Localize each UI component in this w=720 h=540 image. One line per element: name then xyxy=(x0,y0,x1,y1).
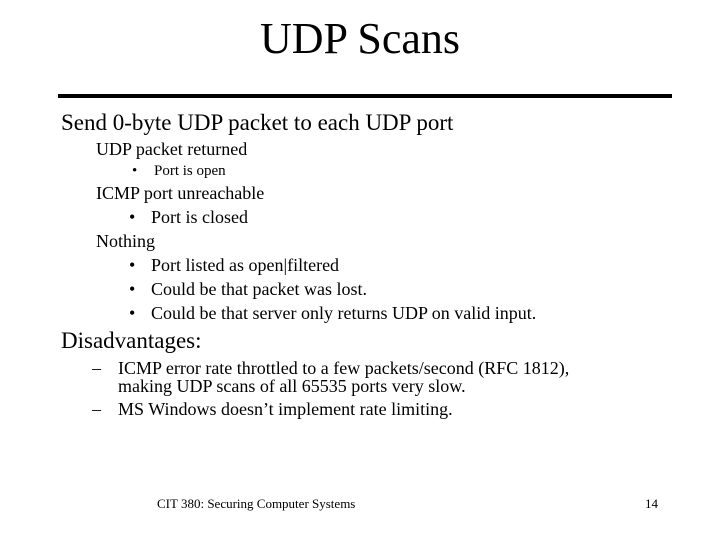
title-divider xyxy=(58,94,672,98)
dash-ms-windows: – MS Windows doesn’t implement rate limit… xyxy=(92,399,453,419)
main-point-send-udp: Send 0-byte UDP packet to each UDP port xyxy=(61,110,454,135)
bullet-icon: • xyxy=(129,255,136,275)
bullet-open-filtered: • Port listed as open|filtered xyxy=(129,255,340,275)
main-point-disadvantages: Disadvantages: xyxy=(61,328,202,353)
bullet-packet-lost: • Could be that packet was lost. xyxy=(129,279,367,299)
bullet-icon: • xyxy=(132,163,138,179)
dash-icmp-throttled: – ICMP error rate throttled to a few pack… xyxy=(92,358,570,378)
bullet-valid-input: • Could be that server only returns UDP o… xyxy=(129,303,537,323)
dash-continuation: making UDP scans of all 65535 ports very… xyxy=(118,376,466,396)
footer-course-title: CIT 380: Securing Computer Systems xyxy=(157,496,356,511)
sub-point-icmp-unreachable: ICMP port unreachable xyxy=(96,183,265,203)
bullet-icon: • xyxy=(129,207,136,227)
bullet-port-closed: • Port is closed xyxy=(129,207,248,227)
sub-point-nothing: Nothing xyxy=(96,231,156,251)
sub-point-udp-returned: UDP packet returned xyxy=(96,139,248,159)
dash-icon: – xyxy=(92,358,101,378)
bullet-icon: • xyxy=(129,303,136,323)
bullet-icon: • xyxy=(129,279,136,299)
slide-title: UDP Scans xyxy=(259,14,461,63)
bullet-port-open: • Port is open xyxy=(132,163,226,179)
footer-page-number: 14 xyxy=(645,496,658,511)
dash-icon: – xyxy=(92,399,101,419)
